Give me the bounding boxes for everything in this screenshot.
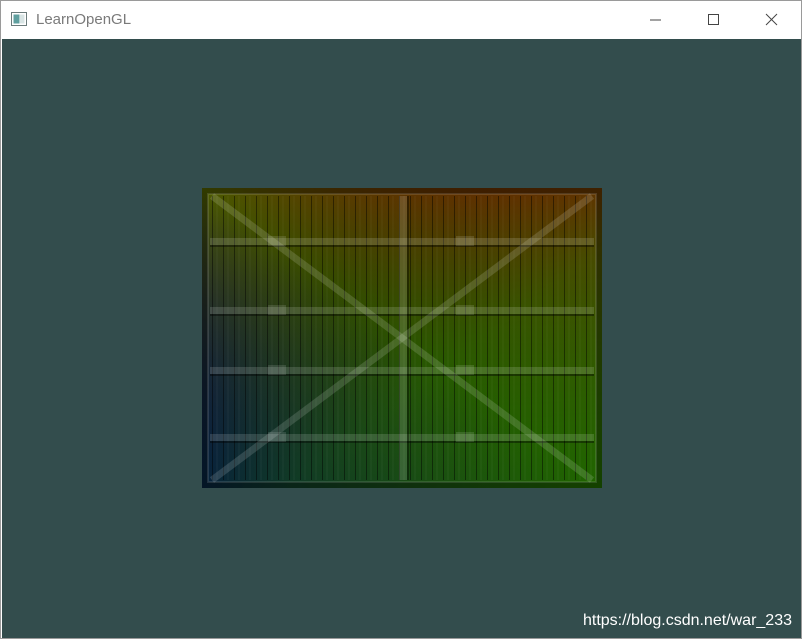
app-window-icon: [11, 12, 27, 26]
maximize-icon: [708, 14, 719, 25]
watermark-text: https://blog.csdn.net/war_233: [582, 612, 792, 629]
opengl-viewport[interactable]: https://blog.csdn.net/war_233: [2, 39, 801, 638]
minimize-icon: [650, 19, 661, 21]
close-button[interactable]: [743, 1, 801, 38]
window-title: LearnOpenGL: [36, 11, 132, 28]
app-window: LearnOpenGL https://blog.csdn.net/war_23…: [0, 0, 802, 639]
minimize-button[interactable]: [627, 1, 685, 38]
close-icon: [765, 13, 778, 26]
maximize-button[interactable]: [685, 1, 743, 38]
textured-quad: [202, 188, 602, 488]
title-bar[interactable]: LearnOpenGL: [1, 1, 801, 38]
